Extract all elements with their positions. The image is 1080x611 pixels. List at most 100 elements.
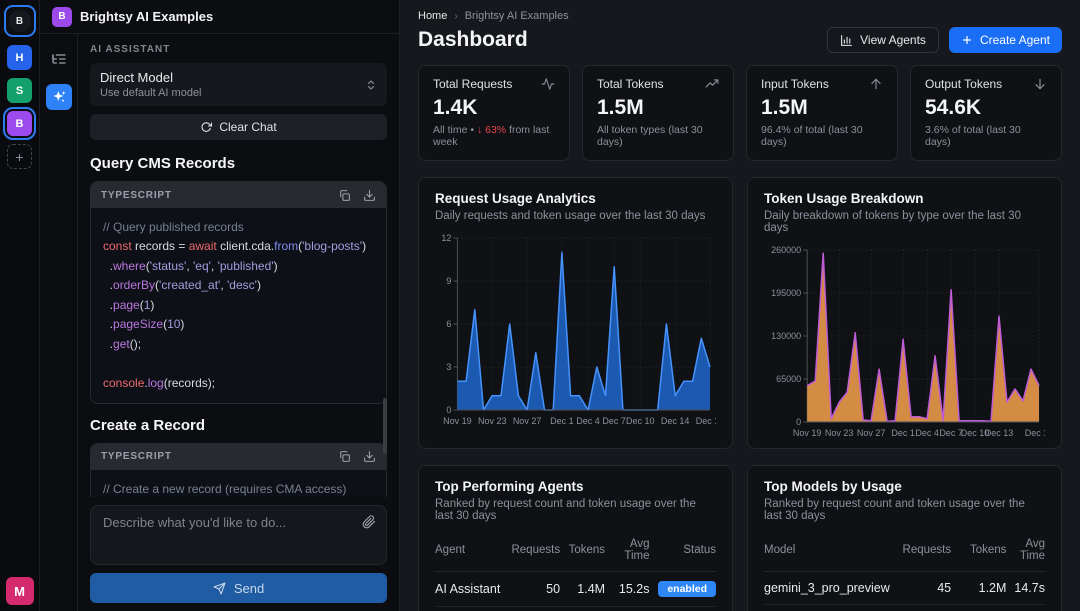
tables-row: Top Performing Agents Ranked by request … <box>400 449 1080 611</box>
svg-text:Dec 4: Dec 4 <box>915 428 939 438</box>
code-section-heading: Create a Record <box>90 417 387 434</box>
chat-panel: B Brightsy AI Examples AI ASSISTANT Dire… <box>40 0 400 611</box>
workspace-rail: B H S B + M <box>0 0 40 611</box>
chat-scrollbar[interactable] <box>383 398 387 454</box>
top-agents-table: AgentRequestsTokensAvg TimeStatusAI Assi… <box>435 530 716 611</box>
svg-text:0: 0 <box>796 417 801 427</box>
table-row[interactable]: Weatherman1078.4K9.1senabled <box>435 607 716 611</box>
send-icon <box>213 582 226 595</box>
svg-text:130000: 130000 <box>771 331 801 341</box>
model-description: Use default AI model <box>100 87 202 99</box>
send-label: Send <box>234 581 264 596</box>
top-agents-card: Top Performing Agents Ranked by request … <box>418 465 733 611</box>
model-select[interactable]: Direct Model Use default AI model <box>90 63 387 106</box>
stat-value: 1.5M <box>597 96 719 120</box>
panel-header: B Brightsy AI Examples <box>40 0 399 34</box>
column-header: Requests <box>506 530 560 572</box>
download-icon[interactable] <box>363 189 376 202</box>
top-models-table: ModelRequestsTokensAvg Timegemini_3_pro_… <box>764 530 1045 611</box>
request-usage-card: Request Usage Analytics Daily requests a… <box>418 177 733 449</box>
svg-text:Nov 27: Nov 27 <box>857 428 886 438</box>
svg-text:Dec 1: Dec 1 <box>891 428 915 438</box>
tool-rail <box>40 34 78 611</box>
table-subtitle: Ranked by request count and token usage … <box>435 498 716 522</box>
ai-assistant-tab[interactable] <box>46 84 72 110</box>
code-language-label: TYPESCRIPT <box>101 190 172 201</box>
table-row[interactable]: claude_sonnet_415131.0K7.3s <box>764 605 1045 611</box>
charts-row: Request Usage Analytics Daily requests a… <box>400 161 1080 449</box>
workspace-button-h[interactable]: H <box>7 45 32 70</box>
code-block-create: TYPESCRIPT // Create a new record (requi… <box>90 443 387 497</box>
svg-text:Dec 13: Dec 13 <box>985 428 1014 438</box>
column-header: Tokens <box>951 530 1006 572</box>
arrow-down-icon <box>1033 77 1047 91</box>
table-title: Top Performing Agents <box>435 479 716 494</box>
svg-text:Dec 7: Dec 7 <box>602 416 626 426</box>
code-content[interactable]: // Create a new record (requires CMA acc… <box>91 470 386 497</box>
dashboard-main: Home › Brightsy AI Examples Dashboard Vi… <box>400 0 1080 611</box>
stat-card-total-requests: Total Requests 1.4K All time • ↓ 63% fro… <box>418 65 570 161</box>
create-agent-button[interactable]: Create Agent <box>949 27 1062 53</box>
clear-chat-button[interactable]: Clear Chat <box>90 114 387 140</box>
table-subtitle: Ranked by request count and token usage … <box>764 498 1045 522</box>
page-title: Dashboard <box>418 28 528 52</box>
svg-text:195000: 195000 <box>771 288 801 298</box>
plus-icon <box>961 34 973 46</box>
copy-icon[interactable] <box>338 189 351 202</box>
clear-chat-label: Clear Chat <box>219 120 276 134</box>
chat-input-box[interactable] <box>90 505 387 565</box>
create-agent-label: Create Agent <box>980 33 1050 47</box>
svg-text:3: 3 <box>446 362 451 372</box>
table-row[interactable]: gemini_3_pro_preview451.2M14.7s <box>764 572 1045 605</box>
table-row[interactable]: AI Assistant501.4M15.2senabled <box>435 572 716 607</box>
column-header: Tokens <box>560 530 605 572</box>
chevrons-up-down-icon <box>365 79 377 91</box>
svg-text:6: 6 <box>446 319 451 329</box>
list-tree-icon[interactable] <box>46 46 72 72</box>
workspace-button-s[interactable]: S <box>7 78 32 103</box>
trending-up-icon <box>705 77 719 91</box>
workspace-button-b-selected[interactable]: B <box>7 111 32 136</box>
stat-label: Output Tokens <box>925 77 1002 91</box>
token-usage-chart: 065000130000195000260000Nov 19Nov 23Nov … <box>764 244 1045 440</box>
chat-message-area[interactable]: Query CMS Records TYPESCRIPT // Query pu… <box>90 142 387 497</box>
paperclip-icon[interactable] <box>362 515 376 529</box>
svg-text:Dec 18: Dec 18 <box>696 416 716 426</box>
svg-text:65000: 65000 <box>776 374 801 384</box>
breadcrumb: Home › Brightsy AI Examples <box>418 10 1062 22</box>
stat-card-output-tokens: Output Tokens 54.6K 3.6% of total (last … <box>910 65 1062 161</box>
breadcrumb-home[interactable]: Home <box>418 10 447 22</box>
svg-text:Dec 1: Dec 1 <box>550 416 574 426</box>
user-avatar[interactable]: M <box>6 577 34 605</box>
copy-icon[interactable] <box>338 450 351 463</box>
stat-card-input-tokens: Input Tokens 1.5M 96.4% of total (last 3… <box>746 65 898 161</box>
svg-text:Nov 19: Nov 19 <box>793 428 822 438</box>
svg-text:0: 0 <box>446 405 451 415</box>
svg-text:Nov 27: Nov 27 <box>513 416 542 426</box>
code-language-label: TYPESCRIPT <box>101 451 172 462</box>
add-workspace-button[interactable]: + <box>7 144 32 169</box>
svg-text:9: 9 <box>446 276 451 286</box>
chart-subtitle: Daily requests and token usage over the … <box>435 210 716 222</box>
chat-input[interactable] <box>103 515 352 555</box>
stat-caption: 3.6% of total (last 30 days) <box>925 124 1047 148</box>
status-badge: enabled <box>658 581 716 597</box>
brightsy-logo[interactable]: B <box>4 5 36 37</box>
svg-text:12: 12 <box>441 233 451 243</box>
request-usage-chart: 036912Nov 19Nov 23Nov 27Dec 1Dec 4Dec 7D… <box>435 232 716 428</box>
view-agents-button[interactable]: View Agents <box>827 27 939 53</box>
svg-text:Dec 10: Dec 10 <box>626 416 655 426</box>
stat-caption: All token types (last 30 days) <box>597 124 719 148</box>
svg-text:260000: 260000 <box>771 245 801 255</box>
chart-subtitle: Daily breakdown of tokens by type over t… <box>764 210 1045 234</box>
stat-value: 1.5M <box>761 96 883 120</box>
stat-label: Input Tokens <box>761 77 829 91</box>
code-content[interactable]: // Query published recordsconst records … <box>91 208 386 403</box>
send-button[interactable]: Send <box>90 573 387 603</box>
top-models-card: Top Models by Usage Ranked by request co… <box>747 465 1062 611</box>
column-header: Agent <box>435 530 506 572</box>
download-icon[interactable] <box>363 450 376 463</box>
stat-value: 54.6K <box>925 96 1047 120</box>
stat-label: Total Requests <box>433 77 512 91</box>
token-usage-card: Token Usage Breakdown Daily breakdown of… <box>747 177 1062 449</box>
